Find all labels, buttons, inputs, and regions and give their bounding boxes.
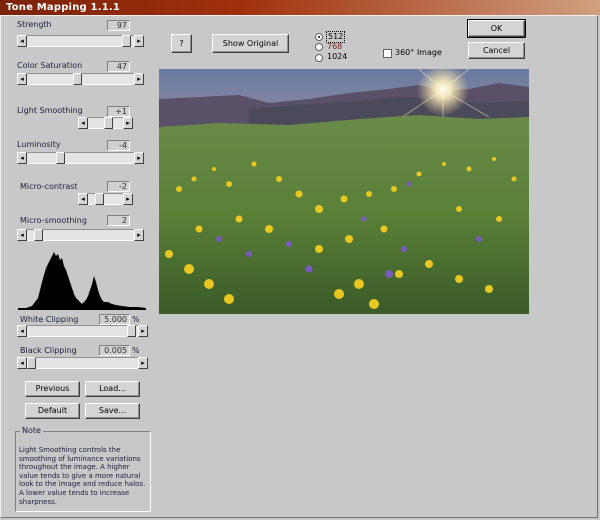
arrow-left-icon[interactable]: ◂ (17, 35, 27, 47)
help-button[interactable]: ? (171, 34, 192, 53)
light-smoothing-slider[interactable]: ◂ ▸ (78, 117, 133, 129)
load-button[interactable]: Load... (85, 381, 140, 397)
black-clipping-label: Black Clipping (20, 346, 77, 355)
arrow-right-icon[interactable]: ▸ (134, 229, 144, 241)
white-clipping-track[interactable] (27, 325, 138, 337)
white-clipping-thumb[interactable] (126, 325, 136, 337)
arrow-right-icon[interactable]: ▸ (138, 357, 148, 369)
micro-contrast-track[interactable] (88, 193, 123, 205)
note-box: Note Light Smoothing controls the smooth… (15, 426, 151, 512)
show-original-button[interactable]: Show Original (212, 34, 289, 53)
white-clipping-value[interactable]: 5.000 (99, 314, 130, 325)
strength-label: Strength (17, 20, 52, 29)
strength-slider[interactable]: ◂ ▸ (17, 35, 144, 47)
micro-contrast-slider[interactable]: ◂ ▸ (78, 193, 133, 205)
note-text: Light Smoothing controls the smoothing o… (19, 446, 146, 506)
histogram (18, 252, 146, 310)
size-768-label[interactable]: 768 (327, 42, 342, 52)
color-saturation-label: Color Saturation (17, 61, 83, 70)
arrow-left-icon[interactable]: ◂ (17, 229, 27, 241)
color-saturation-value[interactable]: 47 (107, 61, 130, 72)
strength-value[interactable]: 97 (107, 20, 130, 31)
black-clipping-slider[interactable]: ◂ ▸ (17, 357, 148, 369)
light-smoothing-label: Light Smoothing (17, 106, 83, 115)
arrow-left-icon[interactable]: ◂ (78, 193, 88, 205)
size-768-radio[interactable] (315, 43, 323, 51)
black-clipping-track[interactable] (27, 357, 138, 369)
white-clipping-label: White Clipping (20, 315, 79, 324)
arrow-right-icon[interactable]: ▸ (138, 325, 148, 337)
ok-button[interactable]: OK (467, 19, 526, 38)
white-clipping-slider[interactable]: ◂ ▸ (17, 325, 148, 337)
micro-contrast-value[interactable]: -2 (107, 181, 130, 192)
title-bar: Tone Mapping 1.1.1 (0, 0, 600, 15)
arrow-left-icon[interactable]: ◂ (17, 357, 27, 369)
micro-smoothing-value[interactable]: 2 (107, 215, 130, 226)
arrow-left-icon[interactable]: ◂ (78, 117, 88, 129)
luminosity-value[interactable]: -4 (107, 140, 130, 151)
micro-smoothing-track[interactable] (27, 229, 134, 241)
color-saturation-slider[interactable]: ◂ ▸ (17, 73, 144, 85)
micro-smoothing-label: Micro-smoothing (20, 216, 87, 225)
save-button[interactable]: Save... (85, 403, 140, 419)
size-1024-radio[interactable] (315, 54, 323, 62)
micro-contrast-thumb[interactable] (94, 193, 104, 205)
light-smoothing-value[interactable]: +1 (107, 106, 130, 117)
color-saturation-thumb[interactable] (73, 73, 83, 85)
black-clipping-value[interactable]: 0.005 (99, 345, 130, 356)
white-clipping-unit: % (132, 315, 140, 324)
luminosity-label: Luminosity (17, 140, 61, 149)
black-clipping-thumb[interactable] (27, 357, 36, 369)
arrow-left-icon[interactable]: ◂ (17, 73, 27, 85)
arrow-right-icon[interactable]: ▸ (134, 35, 144, 47)
arrow-right-icon[interactable]: ▸ (134, 152, 144, 164)
strength-thumb[interactable] (122, 35, 132, 47)
arrow-right-icon[interactable]: ▸ (134, 73, 144, 85)
micro-smoothing-slider[interactable]: ◂ ▸ (17, 229, 144, 241)
image-360-label[interactable]: 360° Image (395, 48, 442, 58)
luminosity-thumb[interactable] (56, 152, 66, 164)
luminosity-slider[interactable]: ◂ ▸ (17, 152, 144, 164)
cancel-button[interactable]: Cancel (468, 42, 525, 59)
strength-track[interactable] (27, 35, 134, 47)
image-360-checkbox[interactable] (383, 49, 392, 58)
micro-smoothing-thumb[interactable] (33, 229, 43, 241)
preview-image[interactable] (159, 69, 529, 314)
note-title: Note (20, 426, 43, 436)
window-title: Tone Mapping 1.1.1 (6, 2, 121, 13)
arrow-right-icon[interactable]: ▸ (123, 117, 133, 129)
luminosity-track[interactable] (27, 152, 134, 164)
arrow-right-icon[interactable]: ▸ (123, 193, 133, 205)
default-button[interactable]: Default (25, 403, 80, 419)
arrow-left-icon[interactable]: ◂ (17, 325, 27, 337)
micro-contrast-label: Micro-contrast (20, 182, 78, 191)
arrow-left-icon[interactable]: ◂ (17, 152, 27, 164)
previous-button[interactable]: Previous (25, 381, 80, 397)
light-smoothing-thumb[interactable] (103, 117, 113, 129)
black-clipping-unit: % (132, 346, 140, 355)
size-1024-label[interactable]: 1024 (327, 52, 347, 62)
size-512-radio[interactable] (315, 33, 323, 41)
